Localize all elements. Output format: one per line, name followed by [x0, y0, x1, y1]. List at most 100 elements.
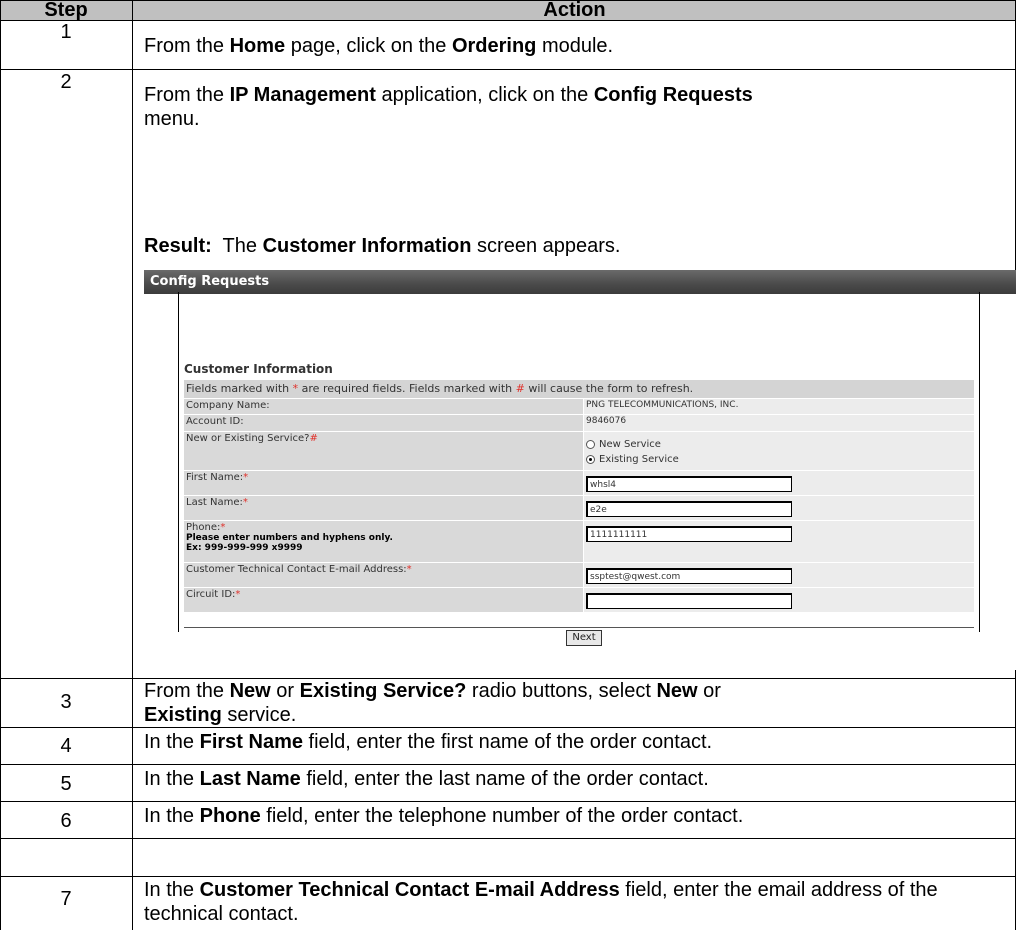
form-row-first-name: First Name:* whsl4 [184, 471, 974, 496]
form-row-account: Account ID: 9846076 [184, 415, 974, 432]
step-action: In the Last Name field, enter the last n… [144, 767, 709, 791]
radio-button[interactable] [586, 440, 595, 449]
step-number: 3 [60, 691, 72, 713]
required-mark: * [406, 564, 412, 575]
radio-button-selected[interactable] [586, 455, 595, 464]
required-notice: Fields marked with * are required fields… [184, 380, 974, 399]
account-label: Account ID: [184, 415, 584, 431]
text: New or Existing Service? [186, 433, 310, 444]
ui-term: Config Requests [593, 84, 753, 106]
text: page, click on the [285, 35, 452, 57]
header-step: Step [44, 0, 88, 21]
service-label: New or Existing Service?# [184, 432, 584, 470]
text: field, enter the last name of the order … [300, 768, 709, 790]
email-cell: ssptest@qwest.com [584, 563, 974, 587]
phone-input[interactable]: 1111111111 [586, 526, 792, 542]
circuit-label: Circuit ID:* [184, 588, 584, 612]
form-row-circuit: Circuit ID:* [184, 588, 974, 613]
required-mark: * [243, 472, 249, 483]
circuit-cell [584, 588, 974, 612]
radio-new-service[interactable]: New Service [586, 439, 972, 450]
ui-term: First Name [199, 731, 303, 753]
step-number: 5 [60, 773, 72, 795]
required-mark: * [220, 522, 226, 533]
ui-term: Ordering [451, 35, 537, 57]
next-button[interactable]: Next [566, 630, 602, 646]
config-requests-screenshot: Config Requests Customer Information Fie… [144, 270, 1016, 670]
text: Circuit ID: [186, 589, 236, 600]
ui-term: Last Name [199, 768, 301, 790]
ui-term: Phone [199, 805, 261, 827]
form-row-phone: Phone:* Please enter numbers and hyphens… [184, 521, 974, 563]
phone-label: Phone:* Please enter numbers and hyphens… [184, 521, 584, 562]
text: field, enter the telephone number of the… [260, 805, 744, 827]
text: are required fields. Fields marked with [298, 382, 516, 395]
grid-line [0, 876, 1016, 877]
grid-line [0, 20, 1016, 21]
phone-example: Ex: 999-999-999 x9999 [186, 543, 303, 553]
text: Phone: [186, 522, 221, 533]
email-label: Customer Technical Contact E-mail Addres… [184, 563, 584, 587]
text: In the [144, 879, 200, 901]
text: First Name: [186, 472, 244, 483]
procedure-table: Step Action 1 From the Home page, click … [0, 0, 1016, 930]
text: From the [144, 35, 230, 57]
ui-term: Customer Technical Contact E-mail Addres… [199, 879, 620, 901]
text: Customer Technical Contact E-mail Addres… [186, 564, 407, 575]
ui-term: IP Management [229, 84, 376, 106]
grid-line [0, 801, 1016, 802]
text: screen appears. [471, 235, 621, 257]
text: or [270, 680, 300, 702]
form-row-last-name: Last Name:* e2e [184, 496, 974, 521]
last-name-cell: e2e [584, 496, 974, 520]
ui-term: New [229, 680, 271, 702]
required-mark: * [235, 589, 241, 600]
phone-hint: Please enter numbers and hyphens only. [186, 533, 393, 543]
text: application, click on the [375, 84, 594, 106]
step-number: 6 [60, 810, 72, 832]
first-name-cell: whsl4 [584, 471, 974, 495]
step-action: In the Phone field, enter the telephone … [144, 804, 743, 828]
account-value: 9846076 [584, 415, 974, 431]
step-number: 1 [60, 21, 72, 43]
step-action: In the First Name field, enter the first… [144, 730, 712, 754]
text: radio buttons, select [466, 680, 657, 702]
window-titlebar: Config Requests [144, 270, 1016, 294]
step-action: From the Home page, click on the Orderin… [144, 34, 613, 58]
frame-border [979, 292, 980, 632]
radio-label: Existing Service [599, 454, 679, 465]
result-label: Result: [144, 235, 212, 257]
customer-info-form: Fields marked with * are required fields… [184, 380, 974, 613]
circuit-input[interactable] [586, 593, 792, 609]
first-name-input[interactable]: whsl4 [586, 476, 792, 492]
email-input[interactable]: ssptest@qwest.com [586, 568, 792, 584]
window-title: Config Requests [150, 274, 270, 289]
grid-line [0, 764, 1016, 765]
text: will cause the form to refresh. [524, 382, 694, 395]
refresh-mark: # [515, 382, 525, 395]
company-label: Company Name: [184, 399, 584, 414]
ui-term: New [656, 680, 698, 702]
frame-border [178, 292, 179, 632]
phone-cell: 1111111111 [584, 521, 974, 562]
text: field, enter the first name of the order… [302, 731, 713, 753]
radio-existing-service[interactable]: Existing Service [586, 454, 972, 465]
step-action: In the Customer Technical Contact E-mail… [144, 878, 964, 926]
form-row-email: Customer Technical Contact E-mail Addres… [184, 563, 974, 588]
text: The [211, 235, 263, 257]
step-number: 4 [60, 735, 72, 757]
text: In the [144, 731, 200, 753]
last-name-input[interactable]: e2e [586, 501, 792, 517]
grid-line [0, 838, 1016, 839]
ui-term: Home [229, 35, 286, 57]
grid-line [0, 727, 1016, 728]
step-number: 2 [60, 71, 72, 93]
ui-term: Customer Information [262, 235, 472, 257]
section-title: Customer Information [184, 362, 333, 376]
text: Last Name: [186, 497, 243, 508]
header-action: Action [543, 0, 606, 21]
service-options: New Service Existing Service [584, 432, 974, 470]
text: module. [536, 35, 614, 57]
form-row-service: New or Existing Service?# New Service Ex… [184, 432, 974, 471]
text: From the [144, 84, 230, 106]
